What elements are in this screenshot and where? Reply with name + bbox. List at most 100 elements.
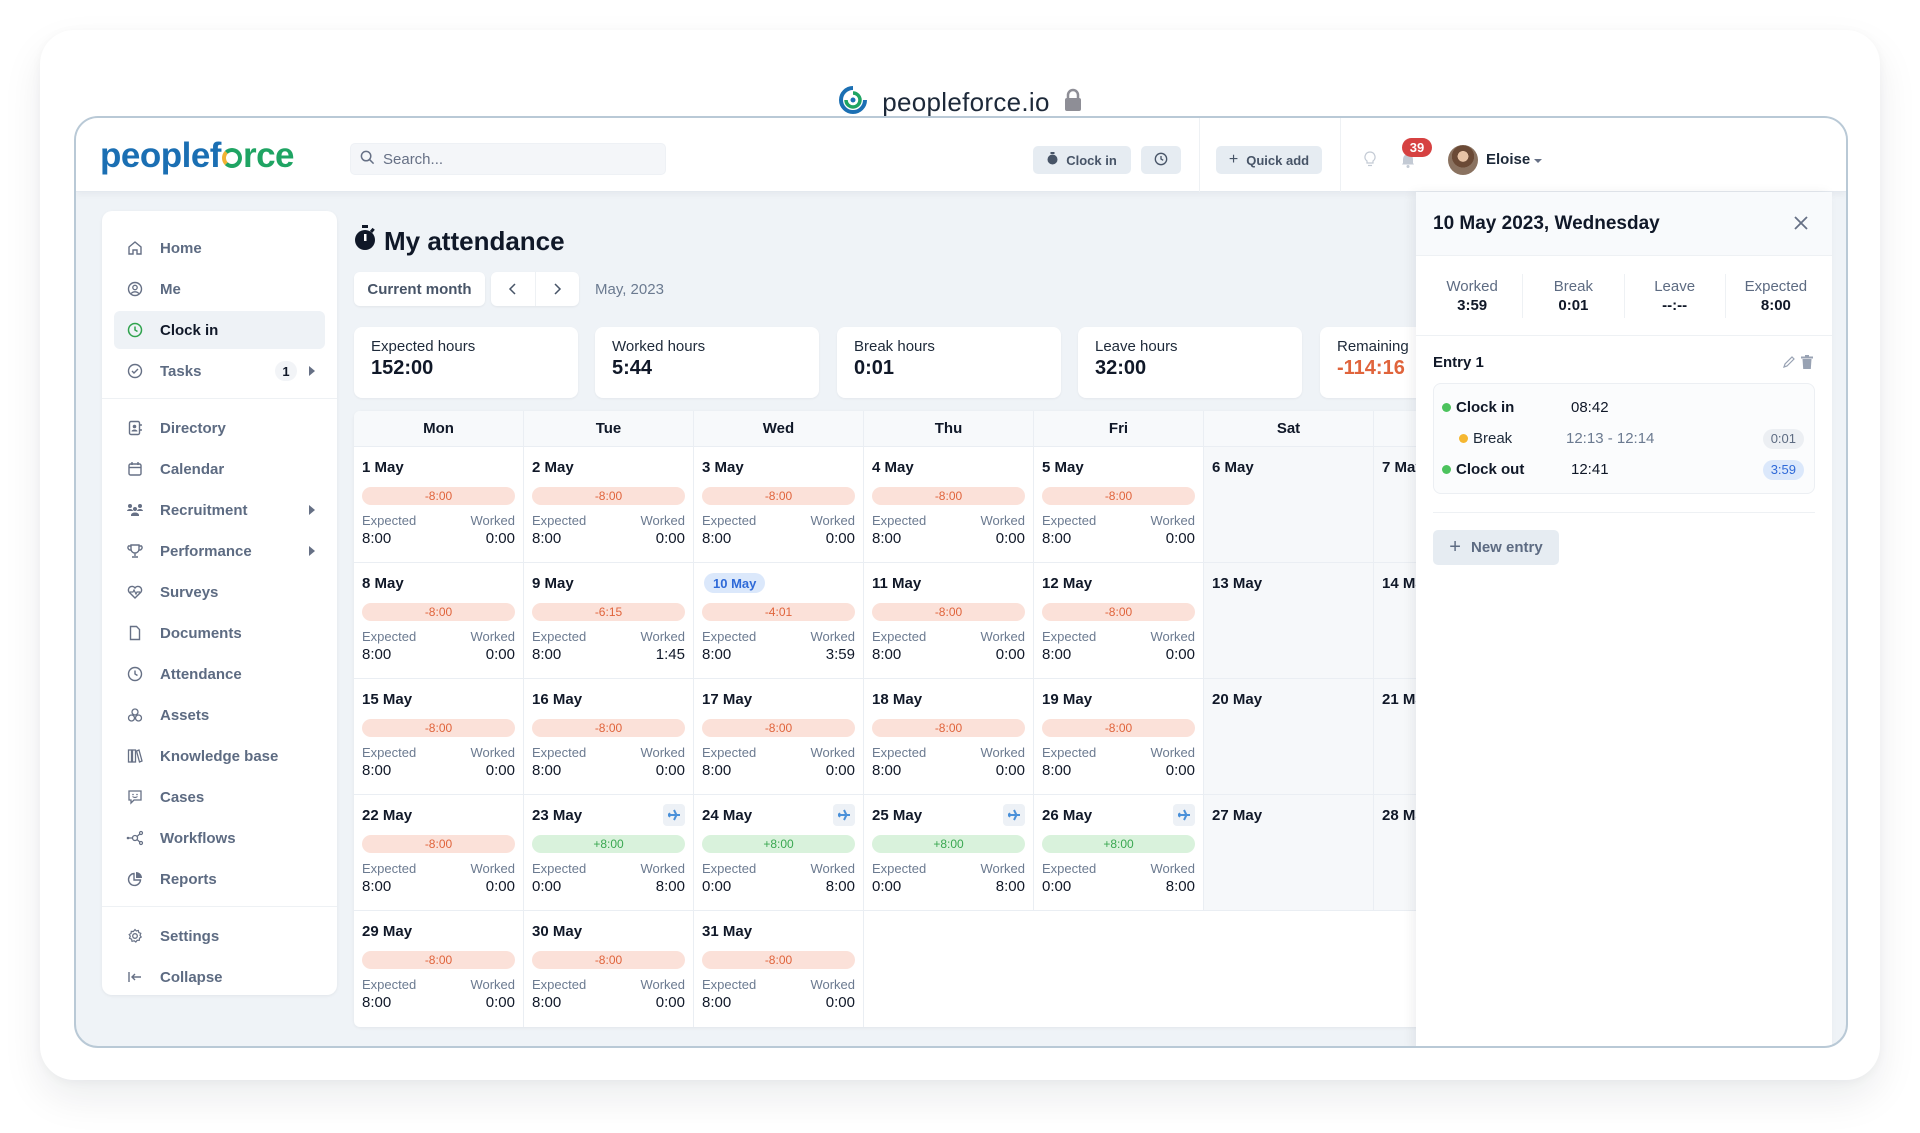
calendar-day-cell[interactable]: 9 May -6:15 Expected Worked 8:00 1:45 [524,563,694,678]
worked-label: Worked [810,745,855,760]
sidebar-item-surveys[interactable]: Surveys [114,573,325,611]
avatar[interactable] [1448,145,1478,175]
worked-value: 0:00 [655,762,685,779]
hours-diff-pill: -8:00 [362,719,515,737]
day-date: 16 May [532,690,583,708]
close-icon[interactable] [1790,212,1812,234]
sidebar-item-tasks[interactable]: Tasks 1 [114,352,325,390]
sidebar-item-label: Collapse [160,968,223,986]
calendar-day-cell[interactable]: 25 May +8:00 Expected Worked 0:00 8:00 [864,795,1034,910]
user-menu[interactable]: Eloise [1486,151,1543,168]
panel-header: 10 May 2023, Wednesday [1416,192,1832,256]
calendar-day-cell[interactable]: 23 May +8:00 Expected Worked 0:00 8:00 [524,795,694,910]
calendar-day-cell[interactable]: 5 May -8:00 Expected Worked 8:00 0:00 [1034,447,1204,562]
calendar-day-cell[interactable]: 31 May -8:00 Expected Worked 8:00 0:00 [694,911,864,1027]
calendar-day-cell[interactable]: 1 May -8:00 Expected Worked 8:00 0:00 [354,447,524,562]
home-icon [126,239,144,257]
worked-value: 1:45 [655,646,685,663]
caret-right-icon[interactable] [309,505,315,515]
calendar-day-cell[interactable]: 17 May -8:00 Expected Worked 8:00 0:00 [694,679,864,794]
next-month-button[interactable] [534,272,580,306]
current-month-button[interactable]: Current month [354,272,485,306]
sidebar-item-me[interactable]: Me [114,270,325,308]
entry-details[interactable]: Clock in 08:42 Break 12:13 - 12:14 0:01 … [1433,383,1815,494]
calendar-day-cell[interactable]: 22 May -8:00 Expected Worked 8:00 0:00 [354,795,524,910]
search-input[interactable] [383,150,643,168]
sidebar-item-assets[interactable]: Assets [114,696,325,734]
day-date: 17 May [702,690,753,708]
search-box[interactable] [350,143,666,175]
clock-in-button[interactable]: Clock in [1033,146,1131,174]
calendar-day-cell[interactable]: 29 May -8:00 Expected Worked 8:00 0:00 [354,911,524,1027]
caret-right-icon[interactable] [309,546,315,556]
sidebar-item-calendar[interactable]: Calendar [114,450,325,488]
calendar-day-cell[interactable]: 30 May -8:00 Expected Worked 8:00 0:00 [524,911,694,1027]
hours-diff-pill: -8:00 [1042,487,1195,505]
weekday-header-thu: Thu [864,411,1034,446]
calendar-day-cell[interactable]: 15 May -8:00 Expected Worked 8:00 0:00 [354,679,524,794]
sidebar-item-settings[interactable]: Settings [114,917,325,955]
expected-value: 0:00 [872,878,902,895]
lightbulb-icon[interactable] [1364,151,1376,173]
caret-right-icon[interactable] [309,366,315,376]
hours-diff-pill: -4:01 [702,603,855,621]
cell-labels: Expected Worked [702,861,855,876]
sidebar-item-home[interactable]: Home [114,229,325,267]
sidebar-item-directory[interactable]: Directory [114,409,325,447]
calendar-day-cell[interactable]: 18 May -8:00 Expected Worked 8:00 0:00 [864,679,1034,794]
calendar-day-cell[interactable]: 10 May -4:01 Expected Worked 8:00 3:59 [694,563,864,678]
trash-icon[interactable] [1801,355,1813,374]
calendar-day-cell[interactable]: 24 May +8:00 Expected Worked 0:00 8:00 [694,795,864,910]
sidebar-item-clock-in[interactable]: Clock in [114,311,325,349]
cell-values: 8:00 0:00 [362,646,515,663]
prev-month-button[interactable] [491,272,535,306]
calendar-day-cell[interactable]: 8 May -8:00 Expected Worked 8:00 0:00 [354,563,524,678]
sidebar-item-attendance[interactable]: Attendance [114,655,325,693]
sidebar-item-reports[interactable]: Reports [114,860,325,898]
sidebar-item-workflows[interactable]: Workflows [114,819,325,857]
calendar-day-cell[interactable]: 12 May -8:00 Expected Worked 8:00 0:00 [1034,563,1204,678]
timesheet-button[interactable] [1141,146,1181,174]
calendar-day-cell[interactable]: 19 May -8:00 Expected Worked 8:00 0:00 [1034,679,1204,794]
sidebar-item-label: Performance [160,542,252,560]
calendar-day-cell[interactable]: 27 May [1204,795,1374,910]
plus-icon: + [1449,536,1461,558]
sidebar-item-documents[interactable]: Documents [114,614,325,652]
worked-label: Worked [980,861,1025,876]
expected-value: 8:00 [532,994,562,1011]
calendar-day-cell[interactable]: 6 May [1204,447,1374,562]
app-logo[interactable]: peoplef rce [100,136,295,176]
calendar-day-cell[interactable]: 11 May -8:00 Expected Worked 8:00 0:00 [864,563,1034,678]
day-date: 25 May [872,806,923,824]
stat-worked-hours: Worked hours 5:44 [595,327,819,398]
sidebar-item-knowledge-base[interactable]: Knowledge base [114,737,325,775]
pencil-icon[interactable] [1782,355,1796,374]
cell-values: 0:00 8:00 [1042,878,1195,895]
calendar-day-cell[interactable]: 2 May -8:00 Expected Worked 8:00 0:00 [524,447,694,562]
cell-values: 8:00 0:00 [532,530,685,547]
page-title-text: My attendance [384,226,565,256]
expected-value: 0:00 [1042,878,1072,895]
quick-add-button[interactable]: + Quick add [1216,146,1322,174]
sidebar-item-recruitment[interactable]: Recruitment [114,491,325,529]
day-date: 2 May [532,458,574,476]
calendar-day-cell[interactable]: 20 May [1204,679,1374,794]
day-date: 1 May [362,458,404,476]
expected-value: 8:00 [362,762,392,779]
calendar-day-cell[interactable]: 4 May -8:00 Expected Worked 8:00 0:00 [864,447,1034,562]
calendar-day-cell[interactable]: 13 May [1204,563,1374,678]
url-text: peopleforce.io [882,86,1050,117]
hours-diff-pill: -8:00 [872,719,1025,737]
check-circle-icon [126,362,144,380]
sidebar-item-performance[interactable]: Performance [114,532,325,570]
calendar-day-cell[interactable]: 26 May +8:00 Expected Worked 0:00 8:00 [1034,795,1204,910]
sidebar-item-cases[interactable]: Cases [114,778,325,816]
sidebar-item-collapse[interactable]: Collapse [114,958,325,996]
calendar-day-cell[interactable]: 3 May -8:00 Expected Worked 8:00 0:00 [694,447,864,562]
calendar-day-cell[interactable]: 16 May -8:00 Expected Worked 8:00 0:00 [524,679,694,794]
worked-label: Worked [640,513,685,528]
worked-value: 0:00 [995,762,1025,779]
tasks-count-badge: 1 [275,361,297,381]
new-entry-button[interactable]: + New entry [1433,530,1559,565]
calendar-week-row: 8 May -8:00 Expected Worked 8:00 0:00 9 May -6:… [354,563,1534,679]
